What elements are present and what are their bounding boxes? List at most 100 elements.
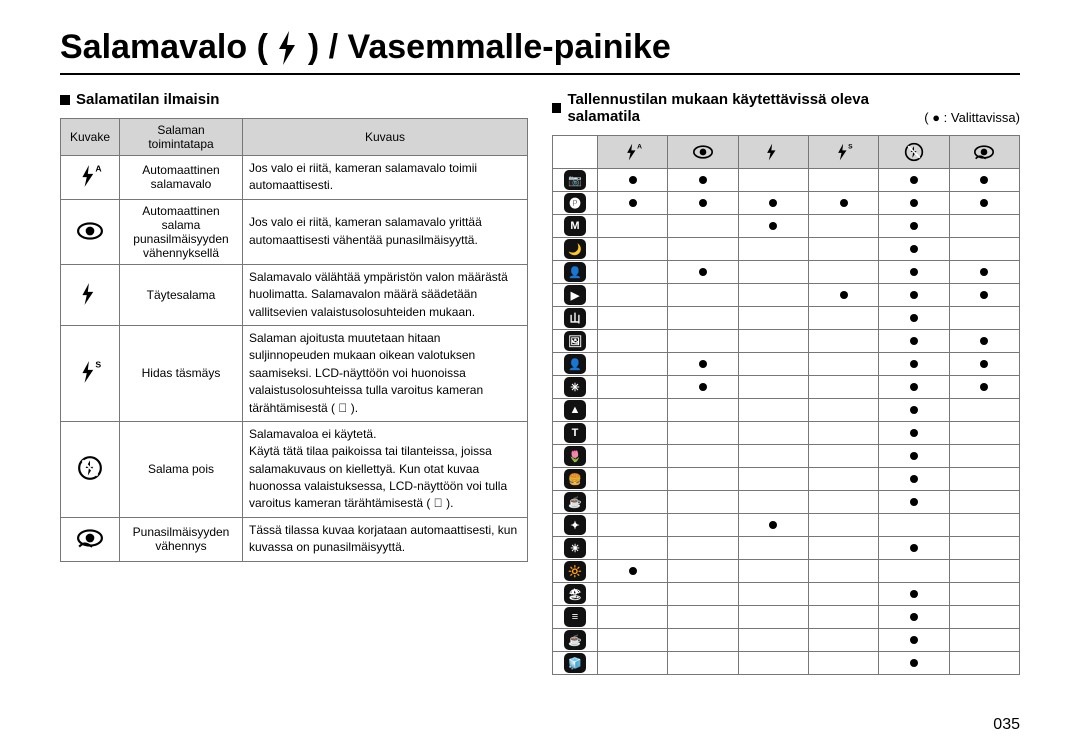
matrix-cell	[598, 491, 668, 514]
dot-icon	[980, 383, 988, 391]
matrix-row: ≡	[553, 606, 1020, 629]
dot-icon	[910, 222, 918, 230]
matrix-cell	[598, 169, 668, 192]
matrix-cell	[949, 238, 1019, 261]
matrix-cell	[879, 606, 949, 629]
mode-badge: ☕	[553, 491, 598, 514]
matrix-cell	[808, 261, 878, 284]
matrix-row: 📷	[553, 169, 1020, 192]
dot-icon	[910, 245, 918, 253]
table-row: AAutomaattinen salamavaloJos valo ei rii…	[61, 156, 528, 200]
matrix-row: ▶	[553, 284, 1020, 307]
matrix-cell	[738, 445, 808, 468]
mode-badge: T	[553, 422, 598, 445]
matrix-cell	[879, 445, 949, 468]
matrix-cell	[808, 238, 878, 261]
mode-name: Automaattinen salamavalo	[120, 156, 243, 200]
matrix-cell	[598, 537, 668, 560]
matrix-cell	[668, 215, 738, 238]
dot-icon	[910, 291, 918, 299]
matrix-row: ☀	[553, 537, 1020, 560]
redeye-col-icon	[668, 136, 738, 169]
flash-off-icon	[61, 421, 120, 517]
matrix-cell	[949, 468, 1019, 491]
flash-s-col-icon: S	[808, 136, 878, 169]
matrix-cell	[668, 652, 738, 675]
table-row: Salama poisSalamavaloa ei käytetä.Käytä …	[61, 421, 528, 517]
mode-name: Hidas täsmäys	[120, 325, 243, 421]
mode-badge: 📷	[553, 169, 598, 192]
matrix-cell	[738, 468, 808, 491]
matrix-cell	[808, 629, 878, 652]
matrix-cell	[879, 330, 949, 353]
svg-text:A: A	[95, 164, 102, 174]
matrix-cell	[668, 261, 738, 284]
matrix-cell	[668, 422, 738, 445]
dot-icon	[980, 268, 988, 276]
page-title: Salamavalo ( ) / Vasemmalle-painike	[60, 28, 1020, 75]
dot-icon	[629, 176, 637, 184]
title-before: Salamavalo (	[60, 28, 268, 67]
mode-badge: 🔆	[553, 560, 598, 583]
matrix-cell	[949, 491, 1019, 514]
matrix-cell	[808, 514, 878, 537]
matrix-cell	[738, 330, 808, 353]
flash-auto-col-icon: A	[598, 136, 668, 169]
matrix-cell	[879, 422, 949, 445]
mode-desc: Salaman ajoitusta muutetaan hitaan sulji…	[243, 325, 528, 421]
dot-icon	[769, 521, 777, 529]
matrix-cell	[598, 192, 668, 215]
matrix-row: 👤	[553, 261, 1020, 284]
matrix-cell	[879, 169, 949, 192]
matrix-cell	[668, 284, 738, 307]
dot-icon	[910, 429, 918, 437]
matrix-corner	[553, 136, 598, 169]
matrix-cell	[808, 583, 878, 606]
matrix-cell	[879, 399, 949, 422]
matrix-cell	[598, 238, 668, 261]
matrix-cell	[808, 330, 878, 353]
matrix-cell	[879, 629, 949, 652]
bullet-icon	[60, 95, 70, 105]
dot-icon	[910, 452, 918, 460]
dot-icon	[980, 291, 988, 299]
matrix-cell	[808, 215, 878, 238]
matrix-cell	[598, 583, 668, 606]
dot-icon	[910, 590, 918, 598]
matrix-cell	[738, 399, 808, 422]
matrix-cell	[668, 560, 738, 583]
right-column: Tallennustilan mukaan käytettävissä olev…	[552, 91, 1020, 675]
flash-mode-table: Kuvake Salaman toimintatapa Kuvaus AAuto…	[60, 118, 528, 562]
dot-icon	[910, 475, 918, 483]
svg-text:S: S	[95, 360, 101, 370]
mode-badge: 👤	[553, 353, 598, 376]
title-after: ) / Vasemmalle-painike	[308, 28, 671, 67]
mode-badge: ≡	[553, 606, 598, 629]
dot-icon	[699, 199, 707, 207]
matrix-row: 🍔	[553, 468, 1020, 491]
matrix-cell	[738, 606, 808, 629]
matrix-cell	[949, 560, 1019, 583]
mode-badge: 🌷	[553, 445, 598, 468]
matrix-cell	[879, 238, 949, 261]
matrix-cell	[738, 537, 808, 560]
matrix-cell	[808, 169, 878, 192]
matrix-cell	[668, 537, 738, 560]
matrix-cell	[879, 514, 949, 537]
matrix-cell	[598, 629, 668, 652]
matrix-cell	[598, 376, 668, 399]
matrix-row: ✳	[553, 376, 1020, 399]
matrix-cell	[738, 284, 808, 307]
matrix-cell	[738, 353, 808, 376]
mode-badge: ☀	[553, 537, 598, 560]
matrix-cell	[668, 353, 738, 376]
dot-icon	[910, 613, 918, 621]
dot-icon	[980, 337, 988, 345]
dot-icon	[910, 314, 918, 322]
dot-icon	[910, 268, 918, 276]
matrix-cell	[949, 307, 1019, 330]
flash-col-icon	[738, 136, 808, 169]
matrix-row: ▲	[553, 399, 1020, 422]
flash-off-col-icon	[879, 136, 949, 169]
matrix-cell	[598, 261, 668, 284]
